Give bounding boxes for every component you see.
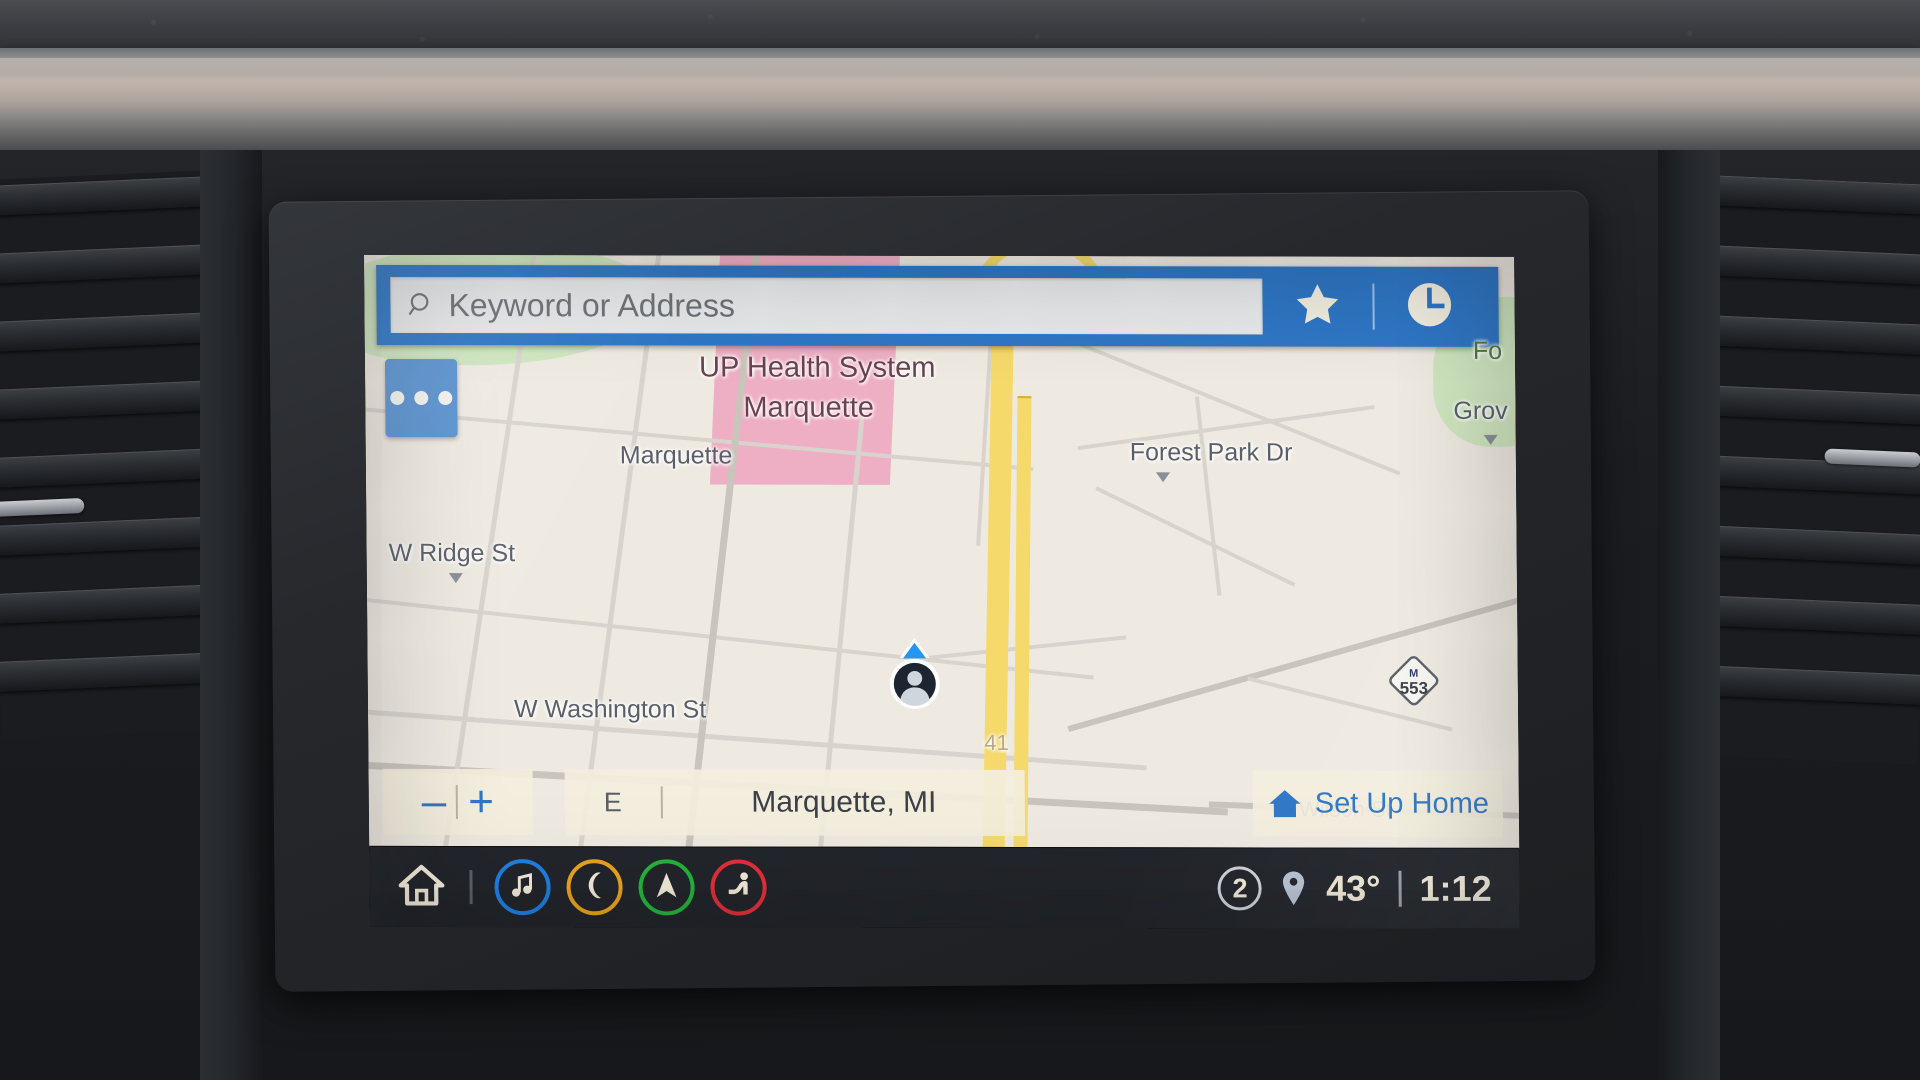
chrome-highlight	[0, 58, 1920, 74]
current-location-label: Marquette, MI	[751, 785, 937, 819]
seated-person-icon	[722, 869, 754, 906]
compass-heading: E	[603, 786, 622, 817]
favorites-button[interactable]	[1262, 266, 1373, 346]
map-label-street: W Ridge St	[388, 538, 516, 568]
infotainment-head-unit: Keyword or Address UP Health System Marq…	[268, 190, 1596, 992]
clock-icon	[1402, 277, 1457, 336]
search-bar: Keyword or Address	[376, 264, 1499, 347]
music-note-icon	[506, 869, 538, 906]
temperature-readout: 43°	[1325, 867, 1381, 909]
map-info-bar: E Marquette, MI	[564, 769, 1026, 837]
system-bar: 2 43° 1:12	[369, 845, 1520, 929]
home-icon	[395, 860, 447, 913]
vehicle-position-icon	[883, 634, 946, 712]
house-icon	[1267, 786, 1303, 820]
svg-text:553: 553	[1400, 679, 1429, 698]
set-up-home-label: Set Up Home	[1314, 787, 1490, 820]
map-label-street: W Washington St	[513, 695, 707, 724]
system-nav-icons	[395, 859, 767, 916]
home-button[interactable]	[395, 860, 447, 913]
audio-button[interactable]	[494, 859, 551, 916]
star-icon	[1291, 278, 1344, 335]
infotainment-screen[interactable]: Keyword or Address UP Health System Marq…	[364, 254, 1520, 929]
map-zoom-controls: – +	[382, 768, 534, 836]
map-label-route-number: 41	[984, 729, 1009, 756]
search-input[interactable]: Keyword or Address	[390, 276, 1263, 335]
navigation-arrow-icon	[650, 869, 682, 906]
zoom-in-button[interactable]: +	[468, 777, 494, 826]
console-trim-right	[1658, 150, 1720, 1080]
zoom-out-button[interactable]: –	[422, 777, 447, 826]
map-label-street: Forest Park Dr	[1129, 438, 1293, 467]
system-bar-divider	[469, 870, 473, 905]
highway-shield-m553: M 553	[1386, 653, 1442, 709]
map-pin-icon	[1280, 869, 1308, 907]
map-canvas[interactable]: Keyword or Address UP Health System Marq…	[364, 254, 1520, 849]
map-label-poi: Marquette	[743, 391, 875, 424]
air-vent-left[interactable]	[0, 170, 233, 740]
vent-adjuster-left[interactable]	[0, 497, 85, 518]
search-icon	[406, 290, 436, 320]
status-divider	[1398, 870, 1402, 907]
label-pointer	[448, 573, 463, 584]
map-label-street: Grov	[1453, 396, 1508, 425]
navigation-button[interactable]	[638, 859, 695, 916]
ellipsis-icon	[438, 391, 453, 406]
map-label-poi: UP Health System	[698, 351, 936, 384]
console-trim-left	[200, 150, 262, 1080]
map-label-park: Fo	[1472, 336, 1503, 365]
recent-destinations-button[interactable]	[1374, 267, 1485, 347]
control-divider	[456, 785, 459, 820]
map-label-street: Marquette	[619, 441, 733, 470]
driver-profile-badge[interactable]: 2	[1217, 866, 1263, 911]
search-placeholder-text: Keyword or Address	[448, 286, 736, 324]
vehicle-settings-button[interactable]	[710, 859, 767, 916]
map-more-options-button[interactable]	[384, 358, 458, 438]
phone-button[interactable]	[566, 859, 623, 916]
label-pointer	[1155, 472, 1171, 483]
label-pointer	[1483, 434, 1498, 445]
phone-handset-icon	[578, 869, 610, 906]
ellipsis-icon	[414, 391, 429, 406]
set-up-home-button[interactable]: Set Up Home	[1252, 770, 1504, 837]
air-vent-right[interactable]	[1687, 175, 1920, 765]
car-interior: Keyword or Address UP Health System Marq…	[0, 0, 1920, 1080]
system-status-area: 2 43° 1:12	[1217, 866, 1492, 911]
clock-readout: 1:12	[1419, 867, 1492, 909]
ellipsis-icon	[390, 390, 405, 405]
